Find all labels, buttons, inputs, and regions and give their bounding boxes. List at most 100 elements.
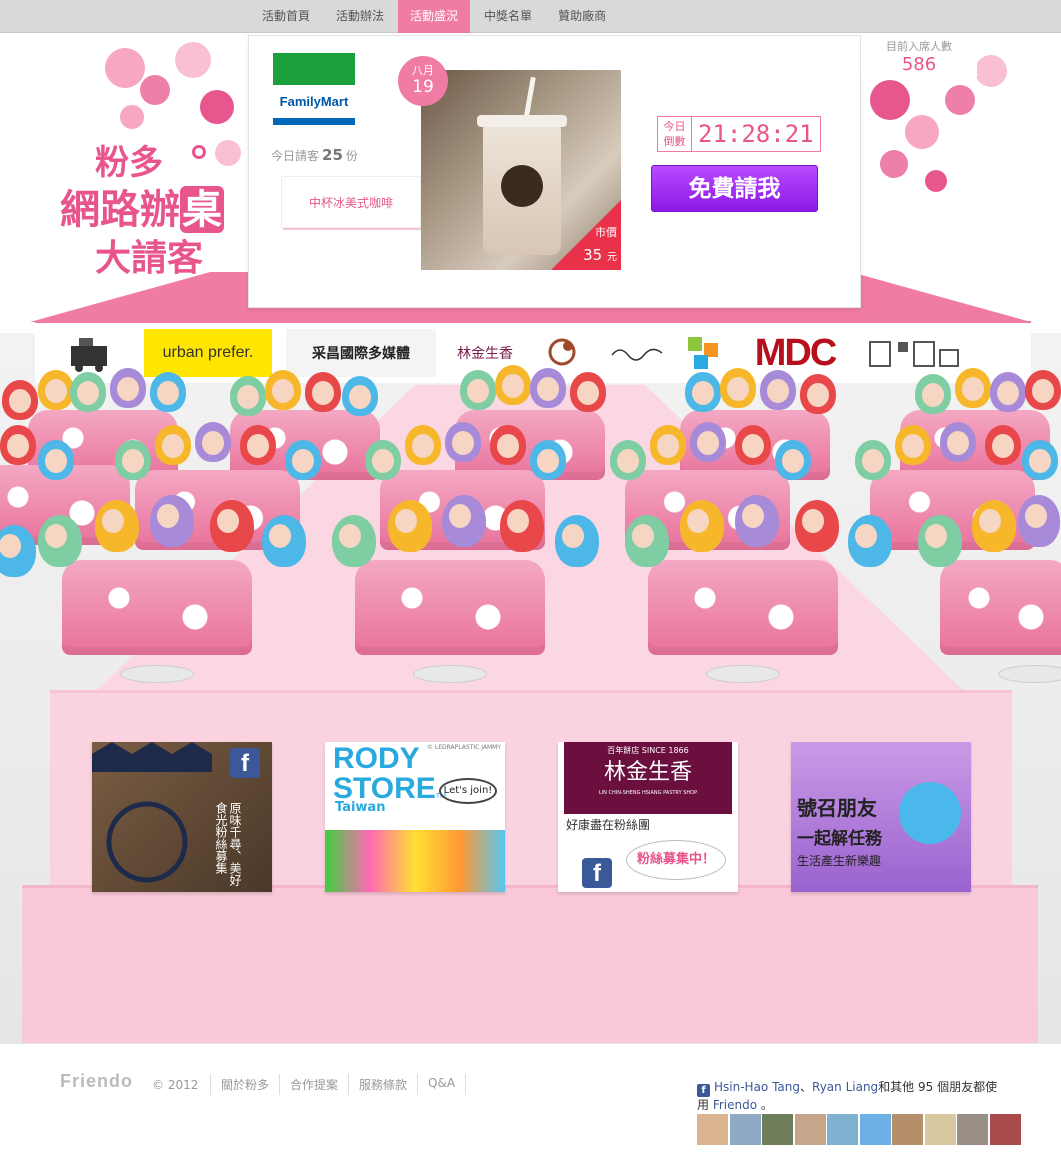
facebook-icon: f — [230, 748, 260, 778]
guest-avatar[interactable] — [795, 500, 839, 552]
guest-avatar[interactable] — [305, 372, 341, 412]
guest-avatar[interactable] — [388, 500, 432, 552]
guest-avatar[interactable] — [985, 425, 1021, 465]
guest-avatar[interactable] — [555, 515, 599, 567]
fanbox-original-flavor[interactable]: f 原味千尋、美好食光粉絲募集 — [92, 742, 272, 892]
sponsor-logo-7[interactable] — [682, 329, 726, 377]
friend-avatar[interactable] — [762, 1114, 793, 1145]
friend-link-2[interactable]: Ryan Liang — [812, 1080, 878, 1094]
guest-avatar[interactable] — [800, 374, 836, 414]
guest-avatar[interactable] — [0, 425, 36, 465]
guest-avatar[interactable] — [38, 370, 74, 410]
guest-avatar[interactable] — [365, 440, 401, 480]
guest-avatar[interactable] — [955, 368, 991, 408]
fanbox-rody-store[interactable]: © LEDRAPLASTIC JAMMY RODY STORETM Taiwan… — [325, 742, 505, 892]
guest-avatar[interactable] — [110, 368, 146, 408]
footer-brand[interactable]: Friendo — [60, 1071, 133, 1092]
guest-avatar[interactable] — [442, 495, 486, 547]
guest-avatar[interactable] — [990, 372, 1026, 412]
guest-avatar[interactable] — [610, 440, 646, 480]
guest-avatar[interactable] — [150, 495, 194, 547]
guest-avatar[interactable] — [530, 368, 566, 408]
guest-avatar[interactable] — [650, 425, 686, 465]
guest-avatar[interactable] — [1025, 370, 1061, 410]
footer-link-qa[interactable]: Q&A — [417, 1074, 467, 1095]
call-friends-line-2: 一起解任務 — [797, 829, 882, 849]
site-logo[interactable]: 粉多 網路辦桌 大請客 — [60, 135, 260, 285]
friend-link-1[interactable]: Hsin-Hao Tang — [714, 1080, 800, 1094]
guest-avatar[interactable] — [855, 440, 891, 480]
guest-avatar[interactable] — [155, 425, 191, 465]
guest-avatar[interactable] — [495, 365, 531, 405]
guest-avatar[interactable] — [150, 372, 186, 412]
guest-avatar[interactable] — [230, 376, 266, 416]
nav-event-status[interactable]: 活動盛況 — [398, 0, 471, 33]
guest-avatar[interactable] — [915, 374, 951, 414]
guest-avatar[interactable] — [625, 515, 669, 567]
nav-winners[interactable]: 中獎名單 — [472, 0, 544, 33]
guest-avatar[interactable] — [445, 422, 481, 462]
guest-avatar[interactable] — [680, 500, 724, 552]
sponsor-logo-9[interactable] — [864, 329, 964, 377]
guest-avatar[interactable] — [38, 440, 74, 480]
guest-avatar[interactable] — [895, 425, 931, 465]
guest-avatar[interactable] — [848, 515, 892, 567]
app-link[interactable]: Friendo — [713, 1098, 757, 1112]
friend-avatar[interactable] — [859, 1114, 891, 1145]
footer-link-about[interactable]: 關於粉多 — [210, 1074, 279, 1095]
fanbox-linjinshengxiang[interactable]: 百年餅店 SINCE 1866 林金生香 LIN CHIN-SHENG HSIA… — [558, 742, 738, 892]
guest-avatar[interactable] — [115, 440, 151, 480]
footer-link-partnership[interactable]: 合作提案 — [279, 1074, 348, 1095]
guest-avatar[interactable] — [918, 515, 962, 567]
guest-avatar[interactable] — [38, 515, 82, 567]
guest-avatar[interactable] — [490, 425, 526, 465]
nav-home[interactable]: 活動首頁 — [250, 0, 322, 33]
guest-avatar[interactable] — [265, 370, 301, 410]
friend-avatar[interactable] — [989, 1114, 1021, 1145]
guest-avatar[interactable] — [262, 515, 306, 567]
friend-avatar[interactable] — [697, 1114, 728, 1145]
sponsor-caichang[interactable]: 采昌國際多媒體 — [286, 329, 436, 377]
guest-avatar[interactable] — [720, 368, 756, 408]
guest-avatar[interactable] — [210, 500, 254, 552]
friend-avatar[interactable] — [794, 1114, 826, 1145]
guest-avatar[interactable] — [685, 372, 721, 412]
sponsor-mdc[interactable]: MDC — [740, 329, 850, 377]
guest-avatar[interactable] — [95, 500, 139, 552]
guest-avatar[interactable] — [1022, 440, 1058, 480]
guest-avatar[interactable] — [690, 422, 726, 462]
guest-avatar[interactable] — [735, 495, 779, 547]
sponsor-urban-prefer[interactable]: urban prefer. — [144, 329, 272, 377]
guest-avatar[interactable] — [1018, 495, 1060, 547]
free-treat-button[interactable]: 免費請我 — [651, 165, 818, 212]
friend-avatar[interactable] — [827, 1114, 858, 1145]
guest-avatar[interactable] — [775, 440, 811, 480]
guest-avatar[interactable] — [332, 515, 376, 567]
guest-avatar[interactable] — [570, 372, 606, 412]
footer-link-terms[interactable]: 服務條款 — [348, 1074, 417, 1095]
guest-avatar[interactable] — [972, 500, 1016, 552]
guest-avatar[interactable] — [460, 370, 496, 410]
attendance-counter: 目前入席人數 586 — [861, 35, 977, 77]
guest-avatar[interactable] — [405, 425, 441, 465]
guest-avatar[interactable] — [2, 380, 38, 420]
fanbox-call-friends[interactable]: 號召朋友 一起解任務 生活產生新樂趣 — [791, 742, 971, 892]
friend-avatar[interactable] — [892, 1114, 923, 1145]
guest-avatar[interactable] — [500, 500, 544, 552]
guest-avatar[interactable] — [285, 440, 321, 480]
guest-avatar[interactable] — [70, 372, 106, 412]
guest-avatar[interactable] — [940, 422, 976, 462]
nav-sponsors[interactable]: 贊助廠商 — [546, 0, 618, 33]
guest-avatar[interactable] — [240, 425, 276, 465]
guest-avatar[interactable] — [735, 425, 771, 465]
sponsor-logo-6[interactable] — [608, 329, 668, 377]
friend-avatar[interactable] — [729, 1114, 761, 1145]
nav-rules[interactable]: 活動辦法 — [324, 0, 396, 33]
guest-avatar[interactable] — [530, 440, 566, 480]
guest-avatar[interactable] — [195, 422, 231, 462]
price-value: 35 元 — [583, 246, 617, 264]
friend-avatar[interactable] — [957, 1114, 988, 1145]
friend-avatar[interactable] — [924, 1114, 956, 1145]
guest-avatar[interactable] — [342, 376, 378, 416]
guest-avatar[interactable] — [760, 370, 796, 410]
